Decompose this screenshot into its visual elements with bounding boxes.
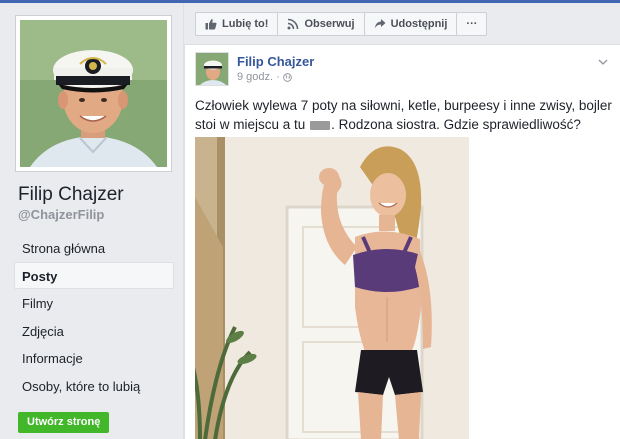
follow-button-label: Obserwuj [304, 18, 355, 30]
meta-separator: · [276, 71, 280, 83]
author-avatar-image [196, 53, 228, 85]
create-page-button[interactable]: Utwórz stronę [18, 412, 110, 433]
page-nav: Strona główna Posty Filmy Zdjęcia Inform… [14, 234, 174, 399]
post-options-chevron-icon[interactable] [598, 53, 608, 71]
share-arrow-icon [374, 19, 386, 29]
nav-item-about[interactable]: Informacje [14, 344, 174, 372]
page-actions-toolbar: Lubię to! Obserwuj Udostępnij ··· [195, 12, 488, 36]
more-dots-icon: ··· [466, 18, 478, 30]
nav-item-videos[interactable]: Filmy [14, 289, 174, 317]
nav-item-likes[interactable]: Osoby, które to lubią [14, 372, 174, 400]
post-text-part-2: . Rodzona siostra. Gdzie sprawiedliwość? [331, 117, 581, 132]
nav-item-photos[interactable]: Zdjęcia [14, 317, 174, 345]
nav-item-posts[interactable]: Posty [14, 261, 174, 289]
post-card: Filip Chajzer 9 godz. · Człowiek wylewa … [184, 44, 620, 439]
redacted-emoji-icon [310, 120, 331, 130]
page-handle[interactable]: @ChajzerFilip [18, 207, 104, 222]
post-photo-image [195, 137, 469, 439]
profile-photo-image [20, 20, 167, 167]
profile-picture-frame[interactable] [15, 15, 172, 172]
nav-item-home[interactable]: Strona główna [14, 234, 174, 262]
post-author-avatar[interactable] [195, 52, 229, 86]
left-sidebar: Filip Chajzer @ChajzerFilip Strona główn… [0, 3, 184, 439]
thumbs-up-icon [205, 19, 217, 30]
profile-picture [20, 20, 167, 167]
like-button-label: Lubię to! [222, 18, 269, 30]
rss-icon [287, 18, 299, 30]
post-photo[interactable] [195, 137, 469, 439]
post-author-name[interactable]: Filip Chajzer [237, 54, 314, 69]
share-button[interactable]: Udostępnij [363, 12, 458, 36]
share-button-label: Udostępnij [390, 18, 448, 30]
follow-button[interactable]: Obserwuj [277, 12, 365, 36]
globe-icon [282, 72, 292, 82]
post-meta: 9 godz. · [237, 71, 292, 83]
more-options-button[interactable]: ··· [456, 12, 488, 36]
post-text: Człowiek wylewa 7 poty na siłowni, ketle… [195, 96, 615, 134]
post-timestamp[interactable]: 9 godz. [237, 71, 273, 83]
page-name[interactable]: Filip Chajzer [18, 184, 124, 206]
like-button[interactable]: Lubię to! [195, 12, 279, 36]
